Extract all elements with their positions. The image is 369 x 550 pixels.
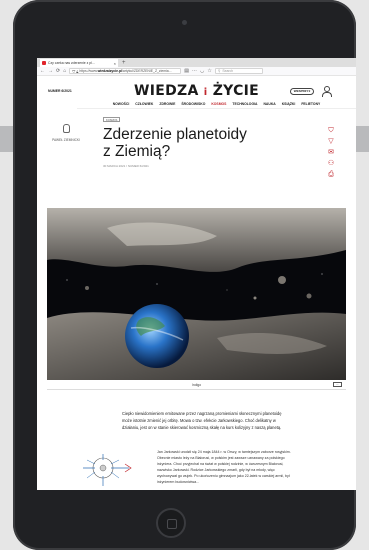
section-tag[interactable]: KOSMOS — [103, 117, 121, 122]
forward-icon[interactable]: → — [48, 67, 53, 76]
favicon-icon — [42, 61, 46, 65]
logo-sep: i — [203, 87, 208, 98]
share-icon[interactable]: ⚇ — [327, 160, 335, 167]
nav-item-felietony[interactable]: FELIETONY — [301, 102, 320, 106]
nav-item-nauka[interactable]: NAUKA — [263, 102, 275, 106]
bookmark-icon[interactable]: ▤ — [184, 67, 189, 76]
new-tab-button[interactable]: + — [122, 59, 126, 67]
nav-item-nowosci[interactable]: NOWOŚCI — [113, 102, 130, 106]
url-bar[interactable]: ⛉ 🔒︎ https://www. wiedzaizycie.pl/artykul… — [69, 68, 182, 74]
article-meta: 30 MARCA 2021 / NUMER 6/2021 — [103, 164, 149, 168]
pocket-icon[interactable]: ◡ — [200, 67, 204, 76]
nav-item-kosmos[interactable]: KOSMOS — [211, 102, 226, 106]
browser-nav-bar: ← → ⟳ ⌂ ⛉ 🔒︎ https://www. wiedzaizycie.pl… — [37, 67, 356, 76]
article-header: PAWEŁ ZIEMNICKI KOSMOS Zderzenie planeto… — [37, 109, 356, 189]
url-path: /artykul/ZDERZENIE_Z_ziemia... — [121, 69, 172, 73]
tablet-screen: Czy czeka nas zderzenie z pl... × + ← → … — [37, 58, 356, 490]
share-toolbar: ⛉ ▽ ✉ ⚇ ⎙ — [327, 127, 335, 178]
author-name[interactable]: PAWEŁ ZIEMNICKI — [51, 138, 81, 142]
search-input[interactable]: ⚲ Search — [214, 68, 263, 74]
camera-icon — [182, 20, 187, 25]
bookmark-icon[interactable]: ⛉ — [327, 127, 335, 134]
lock-icon: 🔒︎ — [76, 68, 79, 74]
home-icon[interactable]: ⌂ — [63, 67, 66, 76]
print-icon[interactable]: ⎙ — [327, 171, 335, 178]
back-icon[interactable]: ← — [40, 67, 45, 76]
url-prefix: https://www. — [79, 69, 98, 73]
more-icon[interactable]: ··· — [192, 67, 197, 76]
mail-icon[interactable]: ✉ — [327, 149, 335, 156]
user-icon[interactable] — [322, 86, 332, 97]
nav-item-ksiazki[interactable]: KSIĄŻKI — [282, 102, 296, 106]
logo-left: WIEDZA — [133, 83, 199, 99]
home-button[interactable] — [156, 508, 186, 538]
nav-item-technologia[interactable]: TECHNOLOGIA — [232, 102, 257, 106]
close-icon[interactable]: × — [114, 61, 116, 66]
author-avatar-icon — [63, 124, 70, 133]
tab-title: Czy czeka nas zderzenie z pl... — [48, 61, 95, 65]
send-icon[interactable]: ▽ — [327, 138, 335, 145]
article-title: Zderzenie planetoidy z Ziemią? — [103, 126, 247, 160]
page-actions: ▤ ··· ◡ ☆ — [184, 67, 212, 76]
star-icon[interactable]: ☆ — [207, 67, 211, 76]
search-placeholder: Search — [222, 69, 234, 73]
reload-icon[interactable]: ⟳ — [56, 67, 60, 76]
tablet-frame: Czy czeka nas zderzenie z pl... × + ← → … — [13, 0, 356, 550]
nav-item-czlowiek[interactable]: CZŁOWIEK — [135, 102, 153, 106]
nav-item-srodowisko[interactable]: ŚRODOWISKO — [181, 102, 205, 106]
url-domain: wiedzaizycie.pl — [97, 69, 122, 73]
nav-item-zdrowie[interactable]: ZDROWIE — [159, 102, 175, 106]
category-nav: NOWOŚCI CZŁOWIEK ZDROWIE ŚRODOWISKO KOSM… — [77, 100, 356, 109]
site-header: NUMER 6/2021 WIEDZA i ŻYCIE WESPRZYJ — [37, 76, 356, 100]
logo-right: ŻYCIE — [212, 83, 260, 99]
search-icon: ⚲ — [217, 69, 221, 73]
subscribe-button[interactable]: WESPRZYJ — [290, 88, 314, 95]
shield-icon: ⛉ — [72, 68, 76, 74]
